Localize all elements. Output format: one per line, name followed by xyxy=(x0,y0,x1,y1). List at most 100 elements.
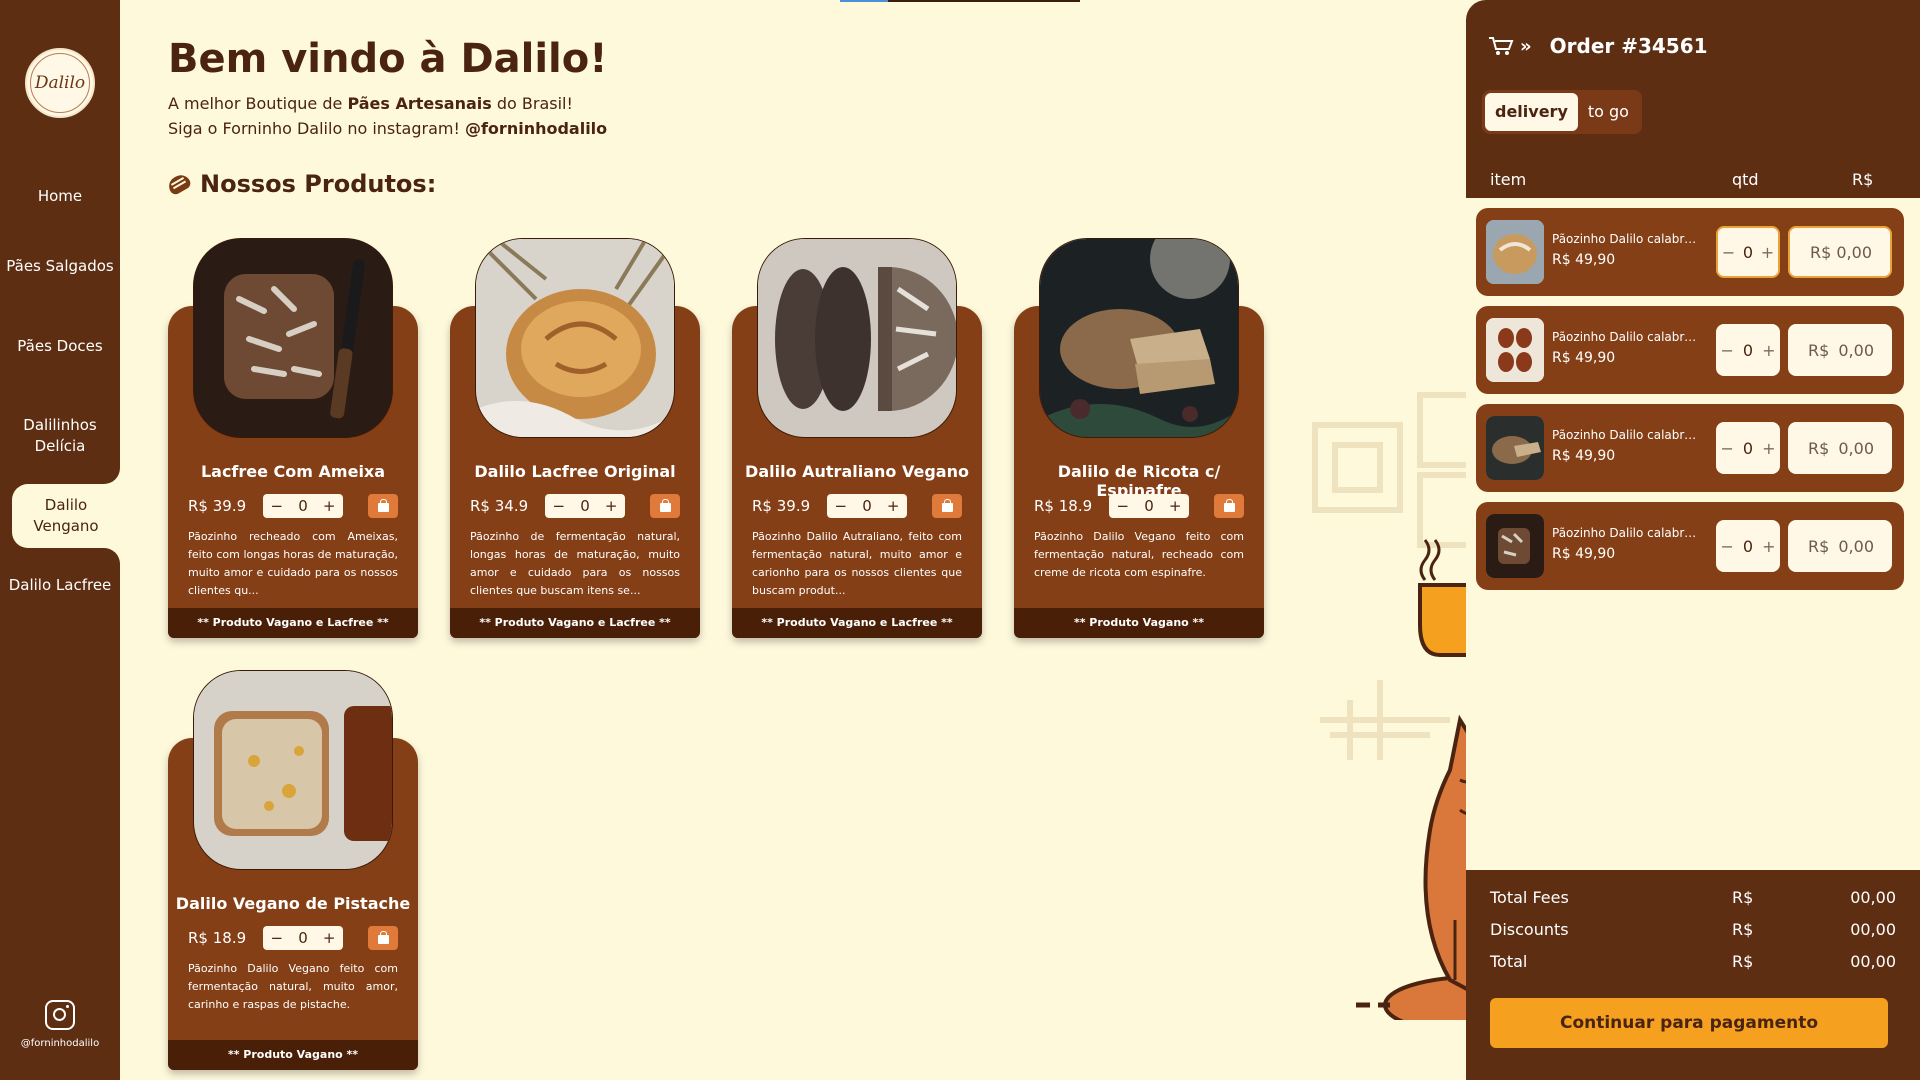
increment-button[interactable]: + xyxy=(1762,439,1775,458)
order-quantity-stepper: − 0 + xyxy=(1716,422,1780,474)
increment-button[interactable]: + xyxy=(1762,341,1775,360)
product-name: Dalilo Vegano de Pistache xyxy=(175,894,411,913)
instagram-link[interactable]: @forninhodalilo xyxy=(0,1000,120,1049)
decrement-button[interactable]: − xyxy=(1721,537,1734,556)
product-name: Dalilo Lacfree Original xyxy=(474,462,676,481)
to-go-option[interactable]: to go xyxy=(1578,93,1639,131)
order-item-total-field[interactable]: R$ 0,00 xyxy=(1788,324,1892,376)
quantity-stepper: − 0 + xyxy=(827,494,907,518)
chevron-right-icon[interactable]: » xyxy=(1520,36,1532,57)
increment-button[interactable]: + xyxy=(605,497,618,515)
product-description: Pãozinho Dalilo Vegano feito com ferment… xyxy=(188,962,398,1011)
decrement-button[interactable]: − xyxy=(1117,497,1130,515)
order-item-price: R$ 49,90 xyxy=(1552,252,1616,268)
increment-button[interactable]: + xyxy=(1169,497,1182,515)
product-price: R$ 39.9 xyxy=(188,497,247,515)
quantity-value: 0 xyxy=(298,497,308,515)
product-price: R$ 18.9 xyxy=(188,929,247,947)
product-card[interactable]: Dalilo Vegano de Pistache R$ 18.9 − 0 + … xyxy=(168,670,418,1070)
instagram-mention[interactable]: @forninhodalilo xyxy=(465,119,607,138)
sidebar-item-dalilo-vengano[interactable]: Dalilo Vengano xyxy=(12,484,120,548)
decrement-button[interactable]: − xyxy=(271,497,284,515)
sidebar-item-paes-doces[interactable]: Pães Doces xyxy=(0,336,120,357)
page-title: Bem vindo à Dalilo! xyxy=(168,36,608,82)
add-to-bag-button[interactable] xyxy=(650,494,680,518)
order-item-thumbnail xyxy=(1486,220,1544,284)
sidebar-item-paes-salgados[interactable]: Pães Salgados xyxy=(0,256,120,277)
product-card[interactable]: Dalilo Lacfree Original R$ 34.9 − 0 + Pã… xyxy=(450,238,700,638)
product-photo xyxy=(475,238,675,438)
shopping-bag-icon xyxy=(659,499,671,512)
decrement-button[interactable]: − xyxy=(271,929,284,947)
order-item-thumbnail xyxy=(1486,514,1544,578)
order-item-thumbnail xyxy=(1486,318,1544,382)
top-progress-bar xyxy=(840,0,1080,2)
order-item-name: Pãozinho Dalilo calabresa xyxy=(1552,526,1702,540)
decrement-button[interactable]: − xyxy=(1721,341,1734,360)
add-to-bag-button[interactable] xyxy=(368,494,398,518)
increment-button[interactable]: + xyxy=(323,929,336,947)
continue-to-payment-button[interactable]: Continuar para pagamento xyxy=(1490,998,1888,1048)
sidebar-item-dalilinhos-delicia[interactable]: Dalilinhos Delícia xyxy=(0,415,120,457)
product-photo xyxy=(1039,238,1239,438)
product-card[interactable]: Dalilo Autraliano Vegano R$ 39.9 − 0 + P… xyxy=(732,238,982,638)
sidebar-item-dalilo-lacfree[interactable]: Dalilo Lacfree xyxy=(0,575,120,596)
decrement-button[interactable]: − xyxy=(835,497,848,515)
product-photo xyxy=(757,238,957,438)
quantity-value: 0 xyxy=(1742,242,1754,262)
total-row: Total R$ 00,00 xyxy=(1490,952,1896,971)
product-tag: ** Produto Vagano e Lacfree ** xyxy=(450,608,700,638)
product-price: R$ 34.9 xyxy=(470,497,529,515)
product-tag: ** Produto Vagano ** xyxy=(168,1040,418,1070)
quantity-stepper: − 0 + xyxy=(1109,494,1189,518)
shopping-bag-icon xyxy=(377,499,389,512)
order-item-name: Pãozinho Dalilo calabresa xyxy=(1552,232,1702,246)
increment-button[interactable]: + xyxy=(1761,243,1774,262)
order-title: Order #34561 xyxy=(1549,34,1708,58)
order-item-price: R$ 49,90 xyxy=(1552,350,1616,366)
brand-logo[interactable]: Dalilo xyxy=(25,48,95,118)
increment-button[interactable]: + xyxy=(1762,537,1775,556)
decrement-button[interactable]: − xyxy=(553,497,566,515)
add-to-bag-button[interactable] xyxy=(1214,494,1244,518)
order-header: » Order #34561 xyxy=(1488,34,1708,58)
order-item-total-field[interactable]: R$ 0,00 xyxy=(1788,422,1892,474)
order-item: Pãozinho Dalilo calabresa R$ 49,90 − 0 +… xyxy=(1476,502,1904,590)
products-section-title: Nossos Produtos: xyxy=(165,170,436,198)
order-quantity-stepper: − 0 + xyxy=(1716,324,1780,376)
sidebar-item-home[interactable]: Home xyxy=(0,186,120,207)
quantity-value: 0 xyxy=(1742,340,1754,360)
product-name: Dalilo Autraliano Vegano xyxy=(745,462,969,481)
cart-icon[interactable] xyxy=(1488,36,1514,56)
product-name: Lacfree Com Ameixa xyxy=(200,462,386,481)
decrement-button[interactable]: − xyxy=(1722,243,1735,262)
increment-button[interactable]: + xyxy=(323,497,336,515)
product-card[interactable]: Lacfree Com Ameixa R$ 39.9 − 0 + Pãozinh… xyxy=(168,238,418,638)
product-description: Pãozinho de fermentação natural, longas … xyxy=(470,530,680,597)
quantity-stepper: − 0 + xyxy=(263,494,343,518)
shopping-bag-icon xyxy=(941,499,953,512)
add-to-bag-button[interactable] xyxy=(932,494,962,518)
order-item-thumbnail xyxy=(1486,416,1544,480)
order-column-headers: item qtd R$ xyxy=(1466,170,1920,198)
logo-wordmark: Dalilo xyxy=(30,53,90,113)
order-item-name: Pãozinho Dalilo calabresa xyxy=(1552,428,1702,442)
add-to-bag-button[interactable] xyxy=(368,926,398,950)
total-fees-row: Total Fees R$ 00,00 xyxy=(1490,888,1896,907)
order-panel: » Order #34561 delivery to go item qtd R… xyxy=(1466,0,1920,1080)
decrement-button[interactable]: − xyxy=(1721,439,1734,458)
order-item-total-field[interactable]: R$ 0,00 xyxy=(1788,226,1892,278)
order-item-price: R$ 49,90 xyxy=(1552,448,1616,464)
instagram-icon xyxy=(45,1000,75,1030)
product-photo xyxy=(193,238,393,438)
order-item-name: Pãozinho Dalilo calabresa xyxy=(1552,330,1702,344)
increment-button[interactable]: + xyxy=(887,497,900,515)
product-description: Pãozinho Dalilo Vegano feito com ferment… xyxy=(1034,530,1244,579)
order-item: Pãozinho Dalilo calabresa R$ 49,90 − 0 +… xyxy=(1476,306,1904,394)
product-card[interactable]: Dalilo de Ricota c/ Espinafre R$ 18.9 − … xyxy=(1014,238,1264,638)
delivery-option[interactable]: delivery xyxy=(1485,93,1578,131)
order-item-total-field[interactable]: R$ 0,00 xyxy=(1788,520,1892,572)
product-photo xyxy=(193,670,393,870)
quantity-value: 0 xyxy=(862,497,872,515)
column-item: item xyxy=(1490,170,1527,189)
